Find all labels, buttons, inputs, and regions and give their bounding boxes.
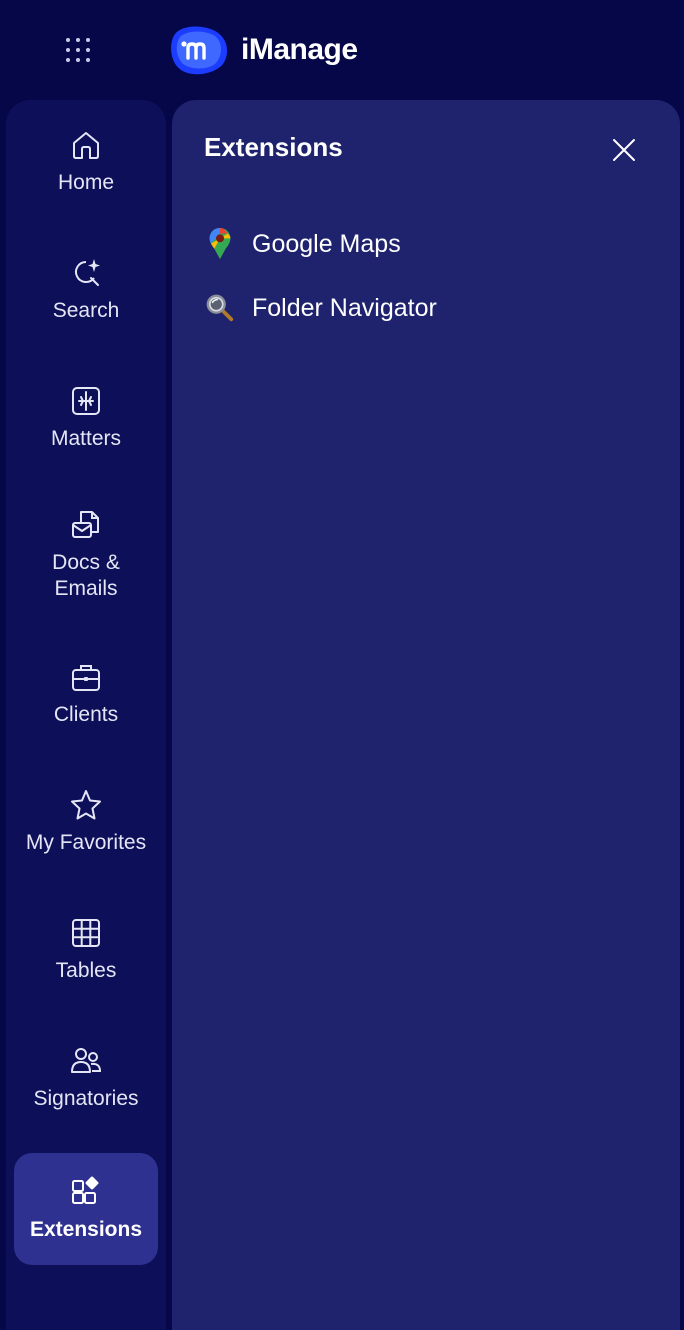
search-sparkle-icon <box>69 256 103 290</box>
sidebar-item-label: Clients <box>53 703 119 726</box>
extensions-panel: Extensions Google Maps Folder Navigator <box>172 100 680 1330</box>
sidebar-item-label: Home <box>57 171 115 194</box>
home-icon <box>69 128 103 162</box>
docs-emails-icon <box>69 508 103 542</box>
imanage-logo-icon <box>171 26 228 75</box>
people-icon <box>69 1044 103 1078</box>
sidebar-item-tables[interactable]: Tables <box>14 916 158 984</box>
sidebar-item-label: Tables <box>55 959 117 982</box>
sidebar-item-label: Search <box>52 299 120 322</box>
close-panel-button[interactable] <box>604 130 644 170</box>
sidebar-item-matters[interactable]: Matters <box>14 384 158 452</box>
extension-google-maps[interactable]: Google Maps <box>202 224 401 264</box>
sidebar-item-search[interactable]: Search <box>14 256 158 324</box>
sidebar-item-label: My Favorites <box>25 831 147 854</box>
extension-label: Folder Navigator <box>252 293 437 322</box>
sidebar-item-label: Matters <box>50 427 121 450</box>
sidebar-item-label: Extensions <box>29 1218 143 1241</box>
sidebar-item-my-favorites[interactable]: My Favorites <box>14 788 158 856</box>
table-grid-icon <box>69 916 103 950</box>
extensions-icon <box>69 1175 103 1209</box>
brand-logo[interactable]: iManage <box>167 24 358 76</box>
google-maps-pin-icon <box>202 226 238 262</box>
sidebar-item-docs-emails[interactable]: Docs & Emails <box>14 508 158 602</box>
extension-label: Google Maps <box>252 229 401 258</box>
sidebar-item-extensions[interactable]: Extensions <box>14 1153 158 1265</box>
briefcase-icon <box>69 660 103 694</box>
close-icon <box>613 139 635 161</box>
extension-folder-navigator[interactable]: Folder Navigator <box>202 288 437 328</box>
sidebar-item-label: Docs & Emails <box>52 551 120 600</box>
panel-title: Extensions <box>204 132 343 162</box>
brand-name: iManage <box>241 33 358 66</box>
sidebar-nav: Home Search Matters Docs & Emails Client… <box>6 100 166 1330</box>
top-bar: iManage <box>0 0 684 100</box>
sidebar-item-clients[interactable]: Clients <box>14 660 158 728</box>
app-launcher-button[interactable] <box>58 30 98 70</box>
magnifier-icon <box>202 290 238 326</box>
star-icon <box>69 788 103 822</box>
sidebar-item-signatories[interactable]: Signatories <box>14 1044 158 1112</box>
sidebar-item-home[interactable]: Home <box>14 128 158 196</box>
grid-dots-icon <box>66 38 90 62</box>
matters-icon <box>69 384 103 418</box>
sidebar-item-label: Signatories <box>33 1087 139 1110</box>
